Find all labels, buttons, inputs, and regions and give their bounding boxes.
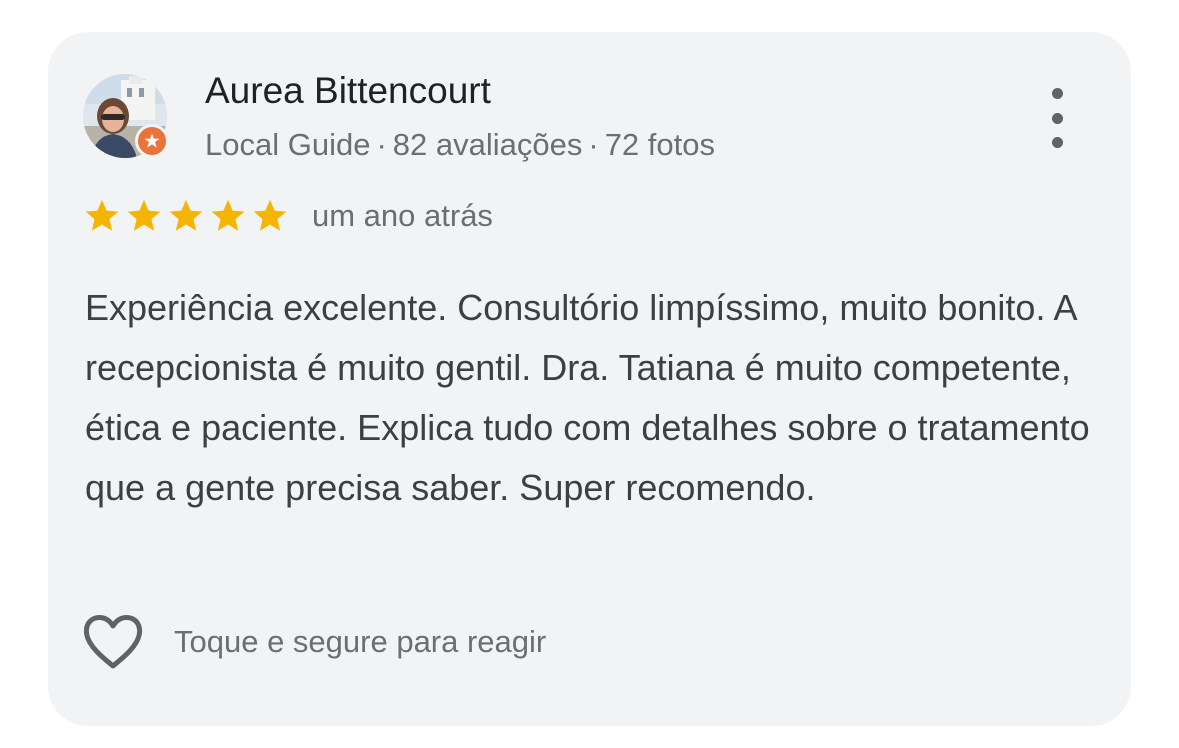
star-icon (211, 199, 245, 231)
more-dot (1051, 112, 1063, 124)
local-guide-badge-icon (135, 124, 169, 158)
reviews-count: 82 avaliações (392, 127, 583, 162)
star-icon (85, 199, 119, 231)
more-vertical-icon[interactable] (1042, 88, 1072, 148)
author-meta: Local Guide · 82 avaliações · 72 fotos (205, 127, 715, 163)
react-label: Toque e segure para reagir (174, 624, 547, 659)
heart-outline-icon (83, 615, 143, 669)
photos-count: 72 fotos (604, 127, 715, 162)
review-time: um ano atrás (312, 198, 493, 233)
author-name[interactable]: Aurea Bittencourt (205, 70, 491, 112)
author-role: Local Guide (205, 127, 371, 162)
meta-separator: · (376, 127, 387, 162)
star-icon (127, 199, 161, 231)
star-icon (169, 199, 203, 231)
avatar[interactable] (83, 74, 169, 158)
review-text: Experiência excelente. Consultório limpí… (85, 287, 1090, 508)
meta-separator: · (588, 127, 599, 162)
star-rating (82, 197, 290, 235)
react-button[interactable]: Toque e segure para reagir (82, 614, 546, 670)
star-icon (253, 199, 287, 231)
more-dot (1051, 137, 1063, 148)
more-dot (1051, 88, 1063, 99)
review-card: Aurea Bittencourt Local Guide · 82 avaliaç… (48, 32, 1131, 726)
